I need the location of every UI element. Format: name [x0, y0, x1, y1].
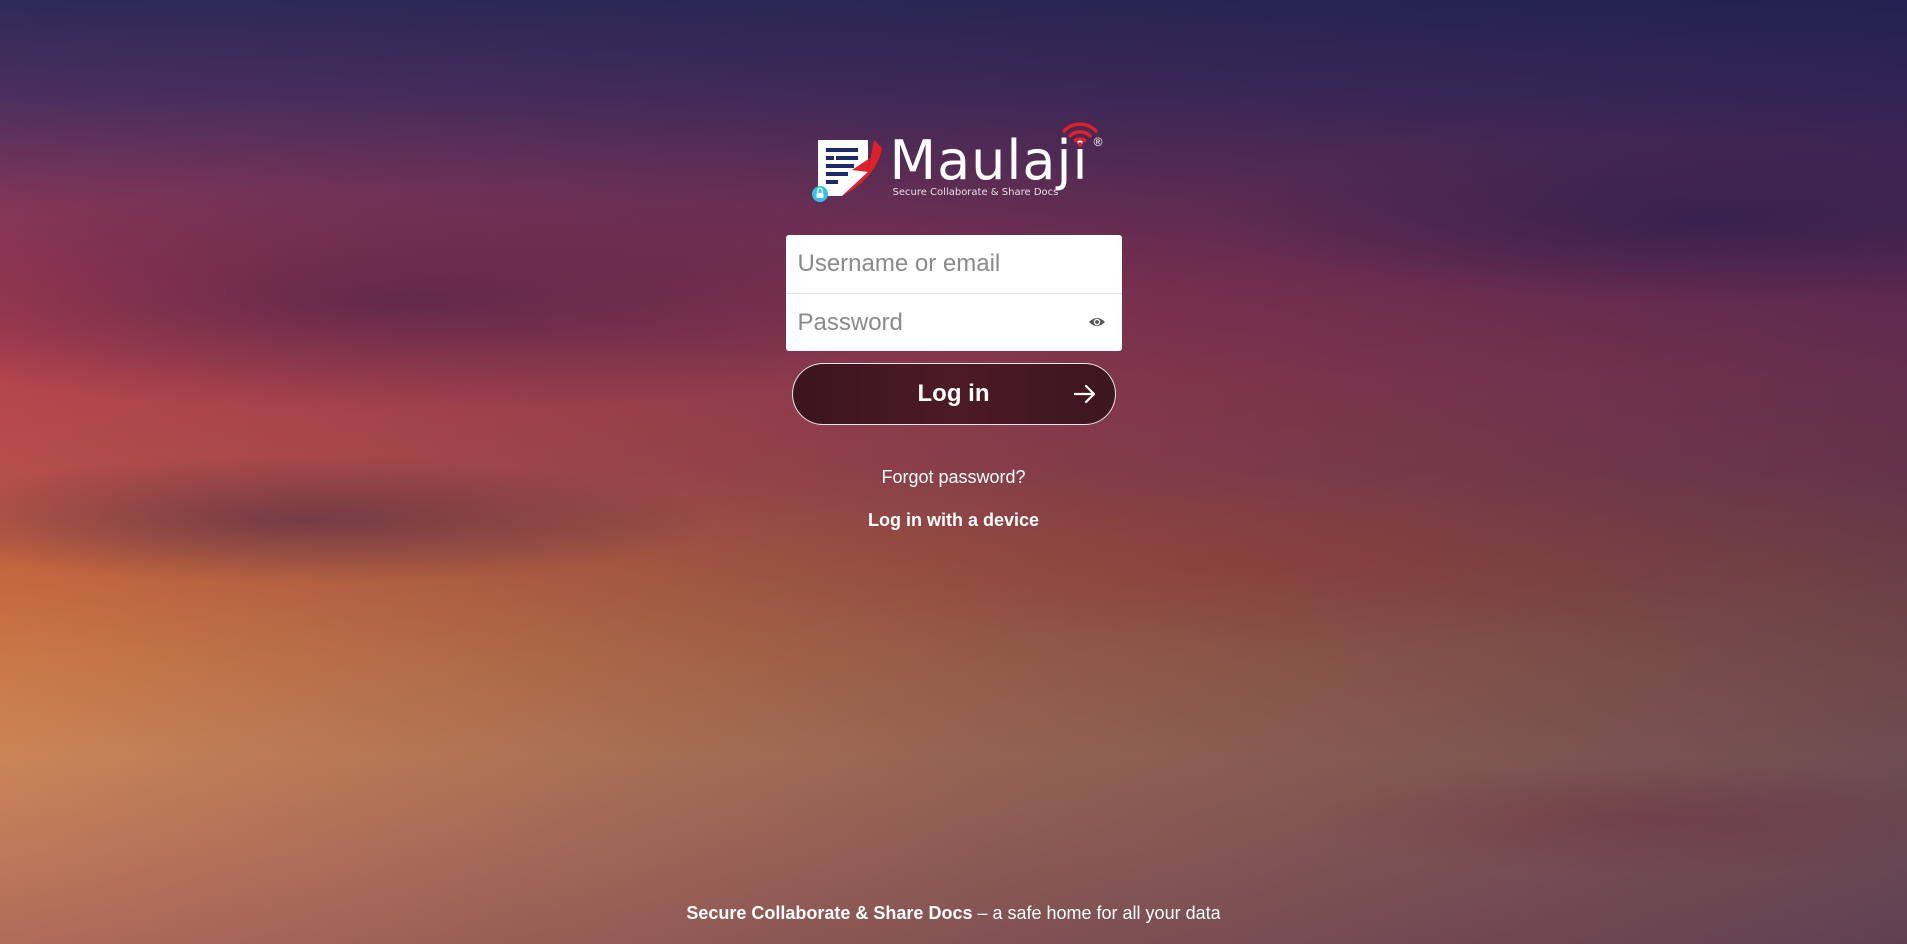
wifi-icon: [1060, 119, 1100, 152]
eye-icon[interactable]: [1088, 315, 1106, 334]
username-input[interactable]: [797, 250, 1110, 278]
password-field-wrapper: [785, 293, 1122, 351]
forgot-password-link[interactable]: Forgot password?: [881, 467, 1025, 488]
brand-logo: Maulaji Secure Collaborate & Share Docs …: [811, 120, 1132, 210]
username-field-wrapper: [786, 235, 1122, 293]
password-input[interactable]: [797, 308, 1110, 337]
login-form: [785, 235, 1122, 351]
footer-text: Secure Collaborate & Share Docs – a safe…: [0, 903, 1907, 924]
login-button-label: Log in: [917, 380, 990, 407]
brand-wordmark: Maulaji Secure Collaborate & Share Docs …: [890, 121, 1103, 198]
device-login-link[interactable]: Log in with a device: [868, 510, 1039, 531]
login-button[interactable]: Log in: [791, 363, 1116, 425]
footer-slogan: – a safe home for all your data: [972, 903, 1221, 923]
document-logo-icon: [811, 130, 882, 202]
login-container: Maulaji Secure Collaborate & Share Docs …: [0, 0, 1907, 531]
arrow-right-icon: [1073, 383, 1097, 412]
brand-tagline: Secure Collaborate & Share Docs: [892, 186, 1059, 198]
footer-brand: Secure Collaborate & Share Docs: [686, 903, 973, 923]
